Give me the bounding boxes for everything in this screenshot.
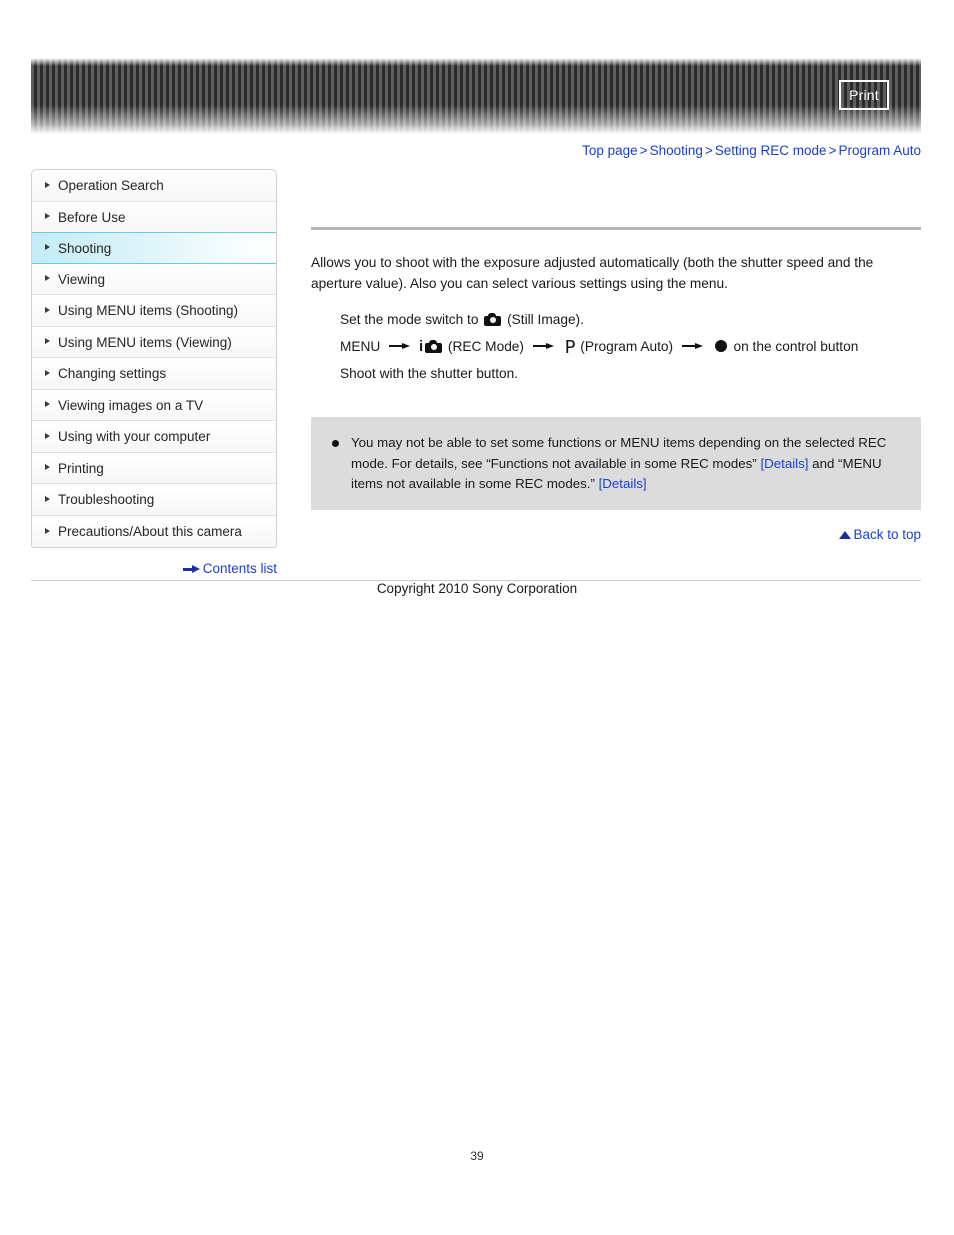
breadcrumb-item-setting-rec-mode[interactable]: Setting REC mode	[715, 143, 827, 158]
sidebar-item-using-menu-items-viewing[interactable]: Using MENU items (Viewing)	[32, 326, 276, 358]
breadcrumb-separator: >	[639, 143, 648, 158]
sidebar-item-viewing[interactable]: Viewing	[32, 263, 276, 295]
lead-paragraph: Allows you to shoot with the exposure ad…	[311, 255, 874, 291]
breadcrumb-item-shooting[interactable]: Shooting	[650, 143, 703, 158]
breadcrumb-item-top-page[interactable]: Top page	[582, 143, 638, 158]
main-content: Allows you to shoot with the exposure ad…	[311, 169, 921, 542]
control-button-label: on the control button	[733, 339, 859, 354]
triangle-right-icon	[45, 213, 50, 220]
note-box: You may not be able to set some function…	[311, 417, 921, 510]
sidebar-item-label: Using with your computer	[58, 429, 211, 444]
sidebar-item-operation-search[interactable]: Operation Search	[32, 170, 276, 202]
intelligent-auto-i-icon: i	[418, 338, 424, 355]
menu-label: MENU	[340, 339, 381, 354]
step1-suffix-text: (Still Image).	[507, 312, 584, 327]
sidebar-item-label: Using MENU items (Shooting)	[58, 303, 239, 318]
program-auto-label: (Program Auto)	[580, 339, 674, 354]
triangle-right-icon	[45, 181, 50, 188]
triangle-right-icon	[45, 369, 50, 376]
sidebar-item-using-menu-items-shooting[interactable]: Using MENU items (Shooting)	[32, 295, 276, 327]
sidebar-item-using-with-your-computer[interactable]: Using with your computer	[32, 421, 276, 453]
page-number: 39	[470, 1149, 484, 1163]
arrow-right-icon	[182, 565, 200, 574]
sidebar-item-label: Troubleshooting	[58, 492, 155, 507]
still-image-camera-icon	[484, 313, 502, 326]
triangle-right-icon	[45, 306, 50, 313]
rec-mode-label: (REC Mode)	[447, 339, 524, 354]
breadcrumb-separator: >	[704, 143, 713, 158]
contents-list-link[interactable]: Contents list	[182, 561, 277, 576]
header-banner: Print	[31, 58, 921, 134]
section-divider	[311, 227, 921, 230]
sidebar-item-troubleshooting[interactable]: Troubleshooting	[32, 484, 276, 516]
contents-list-label: Contents list	[202, 561, 277, 576]
arrow-right-icon	[681, 342, 703, 350]
details-link-menu-items[interactable]: [Details]	[599, 476, 647, 491]
steps-list: Set the mode switch to (Still Image). ME…	[340, 306, 921, 387]
sidebar-item-label: Operation Search	[58, 178, 164, 193]
triangle-right-icon	[45, 244, 50, 251]
sidebar-item-changing-settings[interactable]: Changing settings	[32, 358, 276, 390]
sidebar-item-label: Printing	[58, 460, 104, 476]
details-link-functions[interactable]: [Details]	[760, 456, 808, 471]
sidebar-item-shooting[interactable]: Shooting	[32, 232, 276, 264]
triangle-right-icon	[45, 432, 50, 439]
print-button[interactable]: Print	[839, 80, 889, 110]
contents-list-link-wrapper: Contents list	[31, 561, 277, 576]
sidebar-item-label: Before Use	[58, 209, 126, 225]
sidebar-item-label: Changing settings	[58, 366, 167, 381]
step1-prefix-text: Set the mode switch to	[340, 312, 479, 327]
sidebar-item-precautions-about-this-camera[interactable]: Precautions/About this camera	[32, 515, 276, 547]
sidebar-item-label: Viewing	[58, 271, 106, 287]
triangle-right-icon	[45, 527, 50, 534]
triangle-right-icon	[45, 275, 50, 282]
arrow-right-icon	[389, 342, 411, 350]
sidebar-nav: Operation Search Before Use Shooting Vie…	[31, 169, 277, 548]
sidebar-item-viewing-images-on-a-tv[interactable]: Viewing images on a TV	[32, 389, 276, 421]
sidebar-item-label: Precautions/About this camera	[58, 523, 242, 539]
sidebar-item-printing[interactable]: Printing	[32, 452, 276, 484]
triangle-right-icon	[45, 338, 50, 345]
back-to-top-wrapper: Back to top	[311, 527, 921, 542]
arrow-right-icon	[532, 342, 554, 350]
program-auto-p-icon: P	[564, 337, 576, 358]
back-to-top-link[interactable]: Back to top	[839, 527, 921, 542]
copyright-text: Copyright 2010 Sony Corporation	[376, 581, 578, 596]
step-menu-path: MENU i (REC Mode) P (Program Auto) on th…	[340, 333, 921, 360]
rec-mode-camera-icon	[425, 340, 443, 353]
triangle-up-icon	[839, 530, 852, 539]
triangle-right-icon	[45, 401, 50, 408]
center-button-dot-icon	[714, 340, 727, 352]
bullet-icon	[332, 440, 339, 447]
step-shoot: Shoot with the shutter button.	[340, 366, 519, 381]
triangle-right-icon	[45, 495, 50, 502]
note-item: You may not be able to set some function…	[325, 433, 907, 495]
step-set-mode-switch: Set the mode switch to (Still Image).	[340, 306, 921, 333]
sidebar-item-before-use[interactable]: Before Use	[32, 201, 276, 233]
sidebar-item-label: Shooting	[58, 241, 112, 256]
back-to-top-label: Back to top	[853, 526, 921, 542]
breadcrumb-item-program-auto[interactable]: Program Auto	[838, 143, 921, 158]
sidebar-item-label: Viewing images on a TV	[58, 397, 204, 413]
triangle-right-icon	[45, 464, 50, 471]
breadcrumb-separator: >	[828, 143, 837, 158]
breadcrumb: Top page > Shooting > Setting REC mode > Progr…	[582, 143, 921, 158]
sidebar-item-label: Using MENU items (Viewing)	[58, 334, 232, 350]
